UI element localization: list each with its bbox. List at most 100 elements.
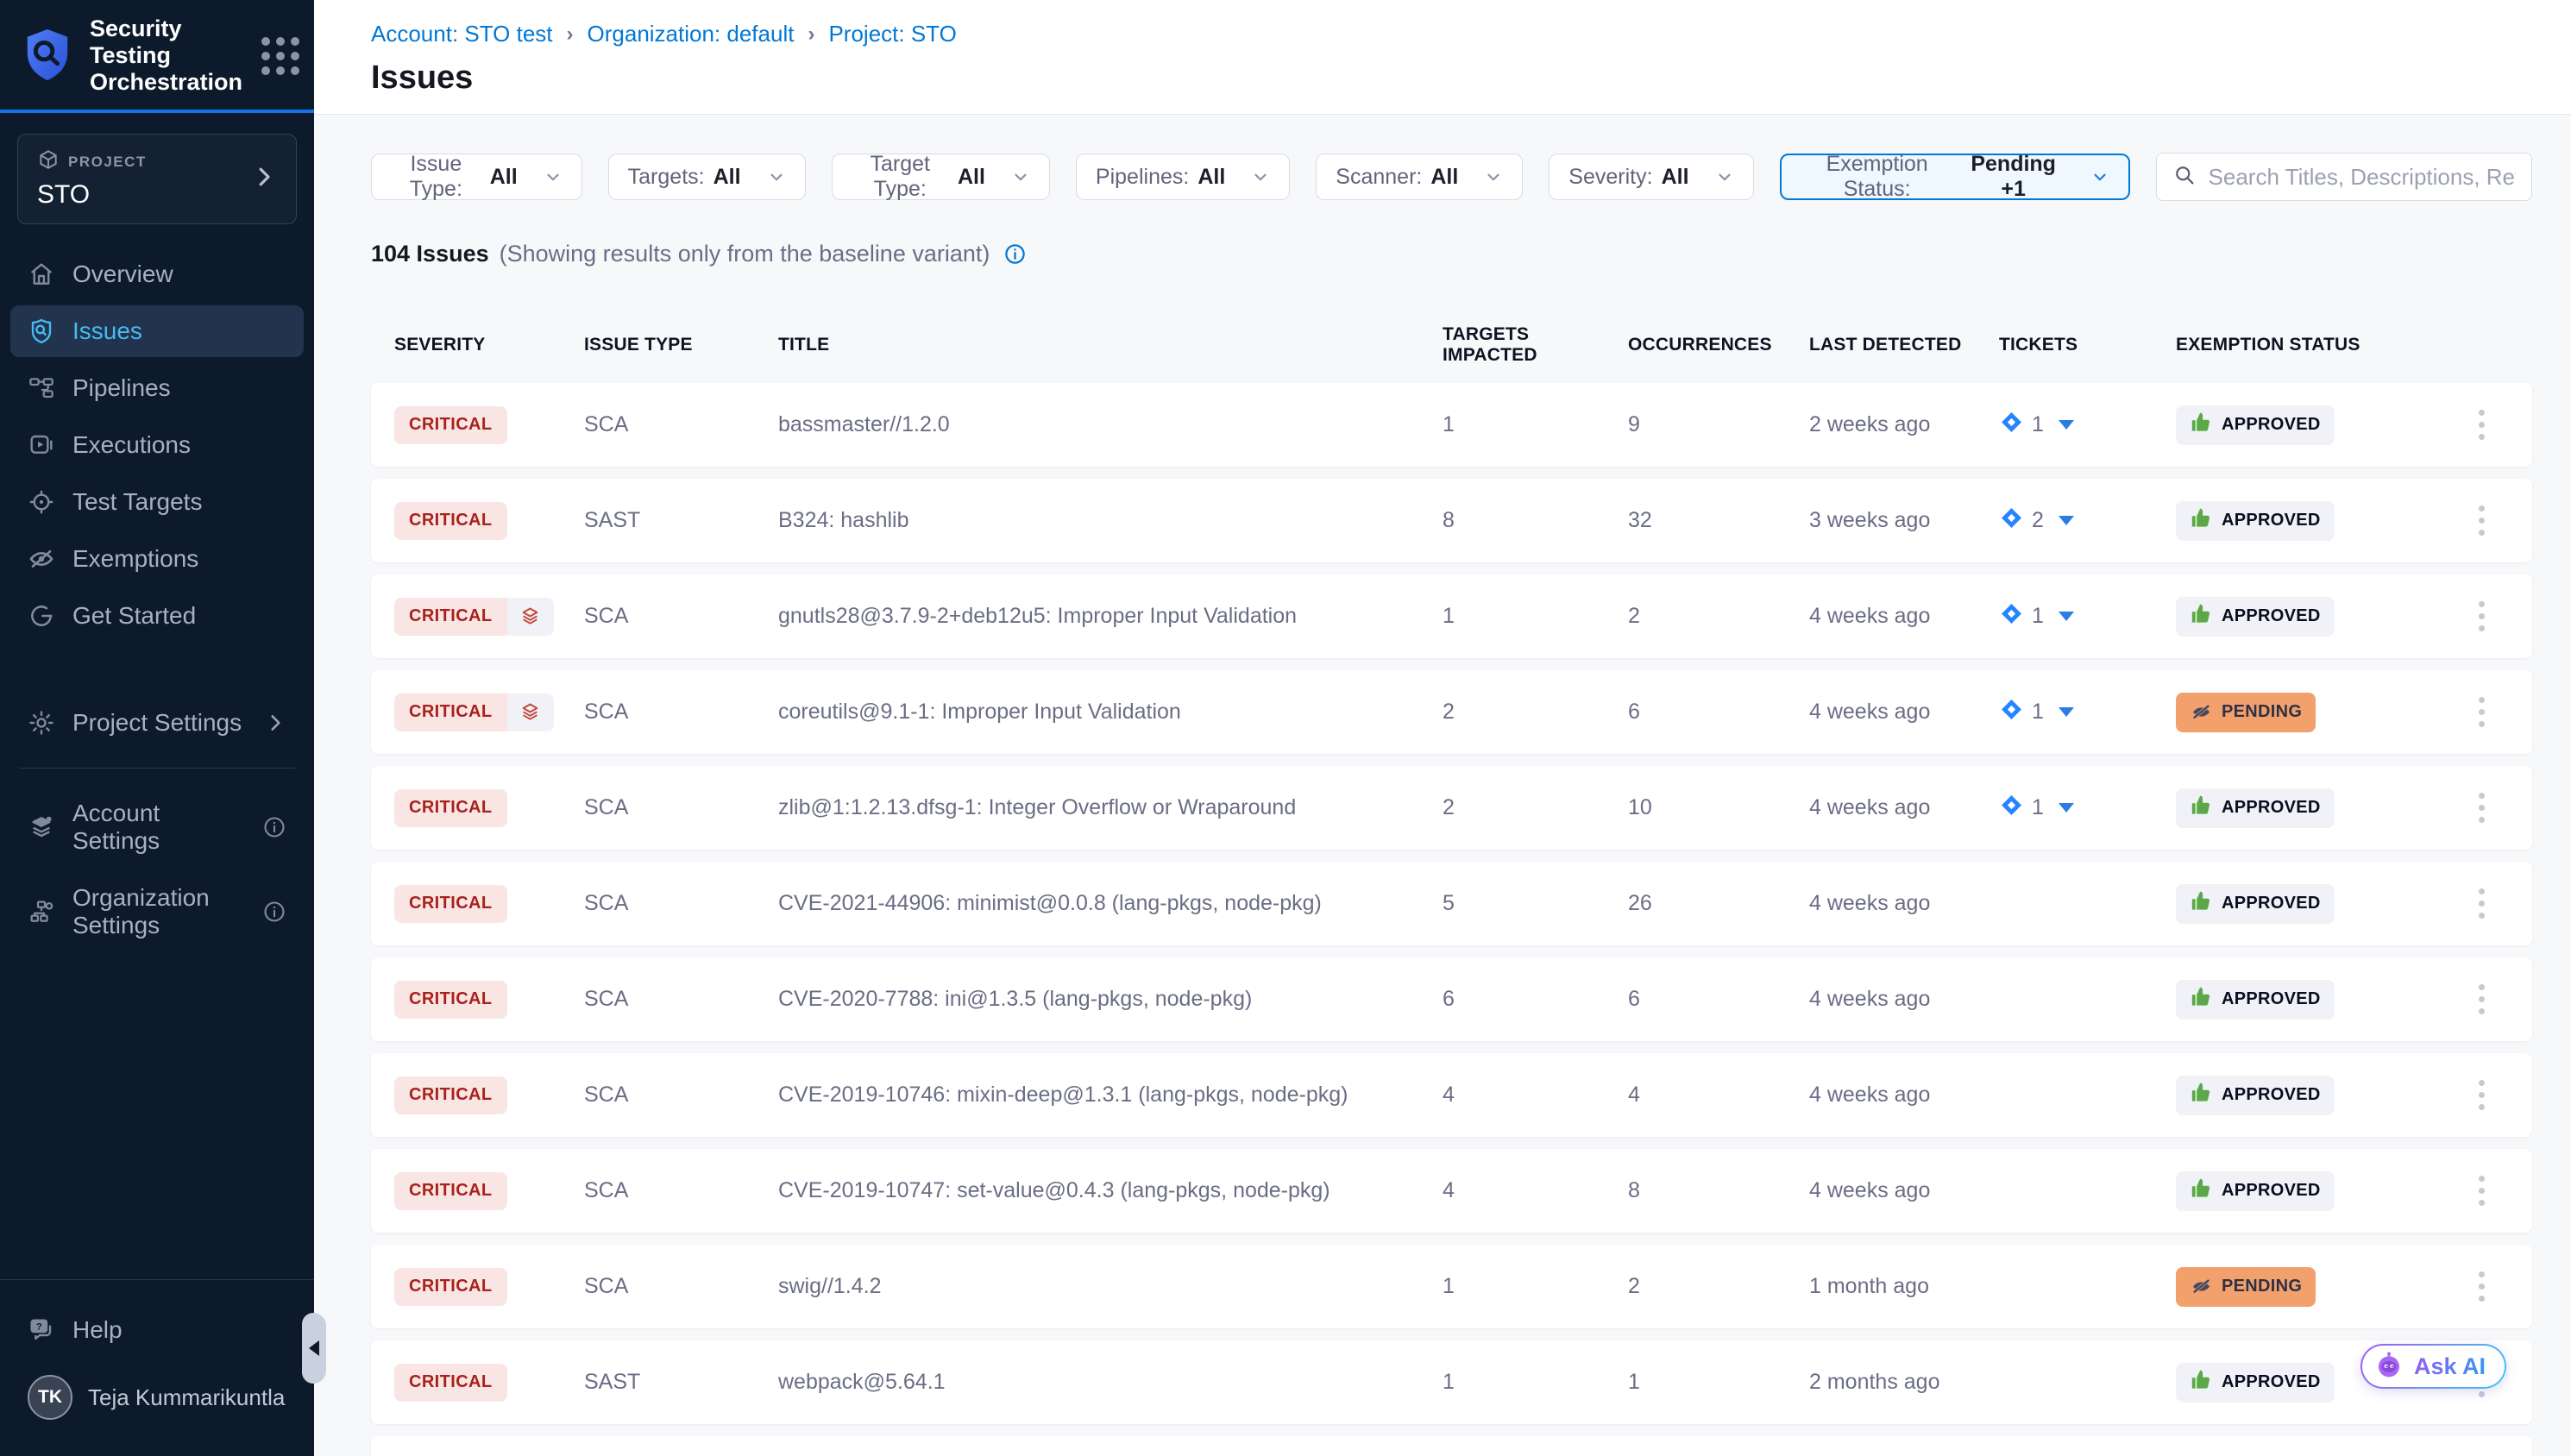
eye-off-icon xyxy=(2190,700,2213,724)
table-row[interactable]: CRITICAL SAST django@1.2 1 22 2 months a… xyxy=(371,1436,2532,1456)
user-menu[interactable]: TK Teja Kummarikuntla xyxy=(10,1361,304,1434)
exemption-status-badge: APPROVED xyxy=(2176,405,2335,445)
table-row[interactable]: CRITICAL SCA coreutils@9.1-1: Improper I… xyxy=(371,670,2532,754)
targets-impacted: 6 xyxy=(1443,987,1628,1012)
ask-ai-button[interactable]: Ask AI xyxy=(2360,1344,2506,1389)
kebab-menu-icon xyxy=(2472,882,2492,926)
issue-type: SCA xyxy=(584,987,778,1012)
row-menu-button[interactable] xyxy=(2451,1169,2511,1213)
search-input[interactable] xyxy=(2209,164,2516,191)
table-row[interactable]: CRITICAL SCA CVE-2019-10746: mixin-deep@… xyxy=(371,1053,2532,1137)
filter-issue-type[interactable]: Issue Type: All xyxy=(371,154,582,200)
sidebar-item-exemptions[interactable]: Exemptions xyxy=(10,533,304,585)
last-detected: 4 weeks ago xyxy=(1809,891,1999,916)
jira-ticket-dropdown[interactable]: 1 xyxy=(1999,601,2074,632)
project-selector[interactable]: PROJECT STO xyxy=(17,134,297,224)
sidebar-item-organization-settings[interactable]: Organization Settings xyxy=(10,872,304,951)
row-menu-button[interactable] xyxy=(2451,403,2511,447)
jira-ticket-dropdown[interactable]: 2 xyxy=(1999,505,2074,537)
jira-icon xyxy=(1999,601,2024,632)
filter-targets[interactable]: Targets: All xyxy=(608,154,806,200)
sidebar-item-account-settings[interactable]: Account Settings xyxy=(10,788,304,867)
jira-icon xyxy=(1999,505,2024,537)
info-icon[interactable] xyxy=(1003,242,1027,266)
app-title: Security Testing Orchestration xyxy=(90,16,242,96)
row-menu-button[interactable] xyxy=(2451,1073,2511,1117)
table-row[interactable]: CRITICAL SAST webpack@5.64.1 1 1 2 month… xyxy=(371,1340,2532,1424)
filter-target-type[interactable]: Target Type: All xyxy=(832,154,1050,200)
table-row[interactable]: CRITICAL SCA CVE-2021-44906: minimist@0.… xyxy=(371,862,2532,945)
targets-impacted: 8 xyxy=(1443,508,1628,533)
breadcrumb-project-link[interactable]: Project: STO xyxy=(828,21,956,47)
test-targets-icon xyxy=(28,488,55,516)
row-menu-button[interactable] xyxy=(2451,977,2511,1021)
table-row[interactable]: CRITICAL SCA gnutls28@3.7.9-2+deb12u5: I… xyxy=(371,574,2532,658)
exemption-status-label: APPROVED xyxy=(2222,511,2321,530)
sidebar-item-test-targets[interactable]: Test Targets xyxy=(10,476,304,528)
occurrences: 26 xyxy=(1628,891,1809,916)
column-header-occurrences: OCCURRENCES xyxy=(1628,335,1809,355)
filter-severity[interactable]: Severity: All xyxy=(1549,154,1753,200)
table-row[interactable]: CRITICAL SCA bassmaster//1.2.0 1 9 2 wee… xyxy=(371,383,2532,467)
chevron-down-icon xyxy=(2059,707,2074,717)
occurrences: 10 xyxy=(1628,795,1809,820)
app-root: Security Testing Orchestration PROJECT S… xyxy=(0,0,2571,1456)
filter-exemption-status[interactable]: Exemption Status: Pending +1 xyxy=(1780,154,2130,200)
row-menu-button[interactable] xyxy=(2451,882,2511,926)
table-row[interactable]: CRITICAL SCA zlib@1:1.2.13.dfsg-1: Integ… xyxy=(371,766,2532,850)
table-row[interactable]: CRITICAL SCA swig//1.4.2 1 2 1 month ago… xyxy=(371,1245,2532,1328)
severity-badge: CRITICAL xyxy=(394,1076,507,1114)
breadcrumb: Account: STO test › Organization: defaul… xyxy=(371,21,2533,47)
filter-pipelines[interactable]: Pipelines: All xyxy=(1076,154,1290,200)
chevron-down-icon xyxy=(1251,167,1270,186)
issue-title: B324: hashlib xyxy=(778,508,1443,533)
breadcrumb-account-link[interactable]: Account: STO test xyxy=(371,21,553,47)
sidebar-item-get-started[interactable]: Get Started xyxy=(10,590,304,642)
sidebar-item-issues[interactable]: Issues xyxy=(10,305,304,357)
sidebar-item-label: Account Settings xyxy=(72,800,245,855)
sidebar-item-overview[interactable]: Overview xyxy=(10,248,304,300)
issue-type: SCA xyxy=(584,1083,778,1108)
row-menu-button[interactable] xyxy=(2451,1265,2511,1309)
issues-shield-icon xyxy=(28,317,55,345)
thumbs-up-icon xyxy=(2190,506,2213,535)
sidebar-item-project-settings[interactable]: Project Settings xyxy=(10,697,304,749)
targets-impacted: 1 xyxy=(1443,1370,1628,1395)
column-header-targets-impacted: TARGETS IMPACTED xyxy=(1443,324,1628,366)
chevron-right-icon xyxy=(264,712,286,734)
thumbs-up-icon xyxy=(2190,794,2213,822)
severity-badge: CRITICAL xyxy=(394,1364,507,1402)
exemption-status-badge: APPROVED xyxy=(2176,980,2335,1020)
occurrences: 2 xyxy=(1628,604,1809,629)
thumbs-up-icon xyxy=(2190,1368,2213,1396)
row-menu-button[interactable] xyxy=(2451,690,2511,734)
issues-panel: Issue Type: All Targets: All Target Type… xyxy=(314,114,2571,1456)
filter-bar: Issue Type: All Targets: All Target Type… xyxy=(371,153,2532,201)
jira-ticket-dropdown[interactable]: 1 xyxy=(1999,410,2074,441)
table-row[interactable]: CRITICAL SCA CVE-2020-7788: ini@1.3.5 (l… xyxy=(371,957,2532,1041)
table-row[interactable]: CRITICAL SAST B324: hashlib 8 32 3 weeks… xyxy=(371,479,2532,562)
table-row[interactable]: CRITICAL SCA CVE-2019-10747: set-value@0… xyxy=(371,1149,2532,1233)
filter-scanner[interactable]: Scanner: All xyxy=(1316,154,1523,200)
exemption-status-label: PENDING xyxy=(2222,702,2302,722)
chevron-down-icon xyxy=(1011,167,1030,186)
breadcrumb-organization-link[interactable]: Organization: default xyxy=(588,21,795,47)
row-menu-button[interactable] xyxy=(2451,786,2511,830)
column-header-severity: SEVERITY xyxy=(394,335,584,355)
module-grid-icon[interactable] xyxy=(258,34,303,78)
thumbs-up-icon xyxy=(2190,889,2213,918)
occurrences: 8 xyxy=(1628,1178,1809,1203)
sidebar-item-label: Exemptions xyxy=(72,545,198,573)
row-menu-button[interactable] xyxy=(2451,499,2511,543)
info-icon xyxy=(262,815,286,839)
row-menu-button[interactable] xyxy=(2451,594,2511,638)
sidebar-item-help[interactable]: ? Help xyxy=(10,1304,304,1356)
sidebar-item-executions[interactable]: Executions xyxy=(10,419,304,471)
issue-title: bassmaster//1.2.0 xyxy=(778,412,1443,437)
sidebar-collapse-button[interactable] xyxy=(302,1313,326,1384)
kebab-menu-icon xyxy=(2472,977,2492,1021)
jira-ticket-dropdown[interactable]: 1 xyxy=(1999,697,2074,728)
jira-ticket-dropdown[interactable]: 1 xyxy=(1999,793,2074,824)
sidebar-item-pipelines[interactable]: Pipelines xyxy=(10,362,304,414)
exemption-status-badge: APPROVED xyxy=(2176,788,2335,828)
